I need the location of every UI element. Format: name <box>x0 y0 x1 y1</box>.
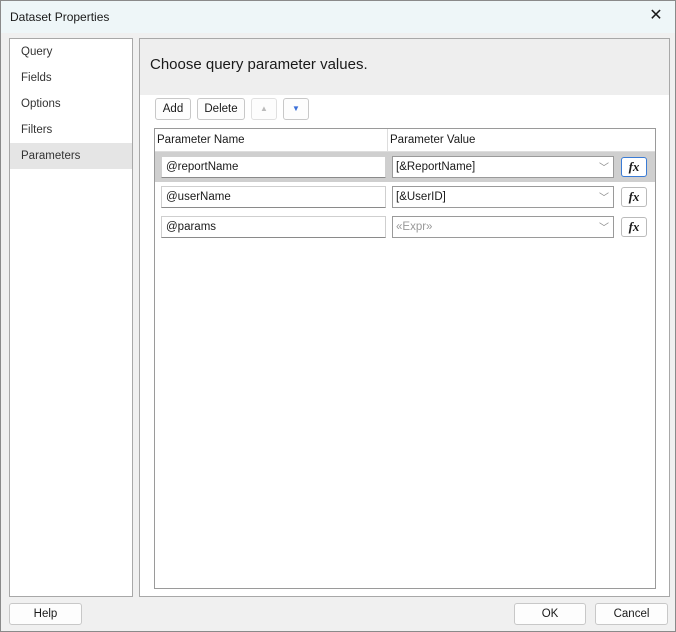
chevron-down-icon: ﹀ <box>599 163 609 174</box>
arrow-down-icon: ▼ <box>292 104 300 113</box>
parameter-value-combo[interactable]: [&ReportName] ﹀ <box>392 156 614 178</box>
chevron-down-icon: ﹀ <box>599 223 609 234</box>
sidebar-item-parameters[interactable]: Parameters <box>10 143 132 169</box>
cancel-button[interactable]: Cancel <box>595 603 668 625</box>
add-button[interactable]: Add <box>155 98 191 120</box>
table-row[interactable]: @userName [&UserID] ﹀ fx <box>155 182 655 212</box>
parameters-grid: Parameter Name Parameter Value @reportNa… <box>154 128 656 589</box>
sidebar: Query Fields Options Filters Parameters <box>9 38 133 597</box>
dialog-title: Dataset Properties <box>10 10 110 24</box>
sidebar-item-options[interactable]: Options <box>10 91 132 117</box>
page-title: Choose query parameter values. <box>140 39 669 95</box>
dataset-properties-dialog: Dataset Properties ✕ Query Fields Option… <box>0 0 676 632</box>
parameters-panel: Choose query parameter values. Add Delet… <box>139 38 670 597</box>
table-row[interactable]: @reportName [&ReportName] ﹀ fx <box>155 152 655 182</box>
close-icon[interactable]: ✕ <box>645 5 667 27</box>
parameter-value-combo[interactable]: [&UserID] ﹀ <box>392 186 614 208</box>
parameter-name-input[interactable]: @params <box>161 216 386 238</box>
delete-button[interactable]: Delete <box>197 98 245 120</box>
title-bar: Dataset Properties ✕ <box>1 1 675 33</box>
move-up-button[interactable]: ▲ <box>251 98 277 120</box>
header-parameter-value: Parameter Value <box>390 134 476 146</box>
table-row[interactable]: @params «Expr» ﹀ fx <box>155 212 655 242</box>
grid-header: Parameter Name Parameter Value <box>155 129 655 152</box>
parameter-value-text: [&ReportName] <box>396 161 476 173</box>
expression-button[interactable]: fx <box>621 217 647 237</box>
arrow-up-icon: ▲ <box>260 104 268 113</box>
chevron-down-icon: ﹀ <box>599 193 609 204</box>
parameter-value-placeholder: «Expr» <box>396 221 433 233</box>
sidebar-item-filters[interactable]: Filters <box>10 117 132 143</box>
parameter-name-input[interactable]: @userName <box>161 186 386 208</box>
help-button[interactable]: Help <box>9 603 82 625</box>
expression-button[interactable]: fx <box>621 157 647 177</box>
parameter-name-input[interactable]: @reportName <box>161 156 386 178</box>
ok-button[interactable]: OK <box>514 603 586 625</box>
parameter-value-combo[interactable]: «Expr» ﹀ <box>392 216 614 238</box>
move-down-button[interactable]: ▼ <box>283 98 309 120</box>
sidebar-item-fields[interactable]: Fields <box>10 65 132 91</box>
header-parameter-name: Parameter Name <box>157 134 245 146</box>
expression-button[interactable]: fx <box>621 187 647 207</box>
sidebar-item-query[interactable]: Query <box>10 39 132 65</box>
parameter-value-text: [&UserID] <box>396 191 446 203</box>
